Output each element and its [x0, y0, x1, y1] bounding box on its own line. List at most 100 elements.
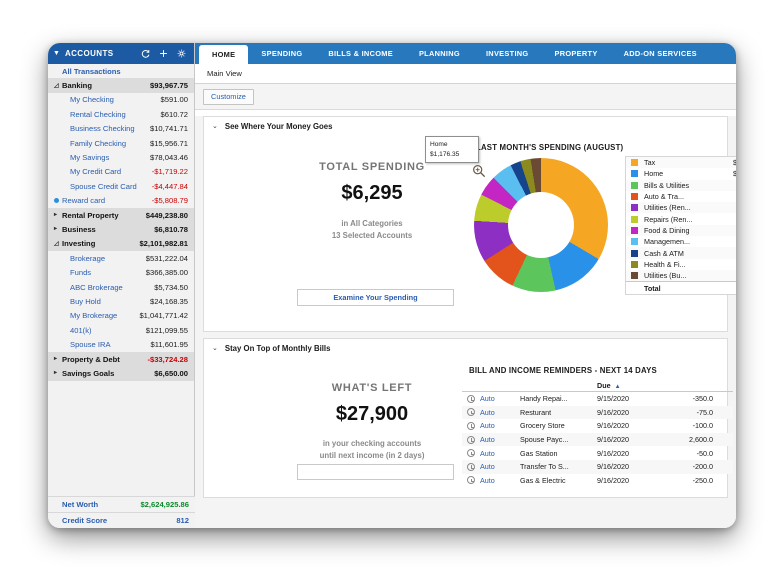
tab-add-on-services[interactable]: ADD-ON SERVICES — [611, 43, 710, 64]
tab-spending[interactable]: SPENDING — [248, 43, 315, 64]
tab-bills-income[interactable]: BILLS & INCOME — [315, 43, 406, 64]
legend-item[interactable]: Home $1 — [626, 168, 736, 179]
sidebar-account-business-checking[interactable]: Business Checking $10,741.71 — [48, 122, 194, 136]
sidebar-group-rental-property[interactable]: ▸ Rental Property $449,238.80 — [48, 207, 194, 223]
gear-icon[interactable] — [177, 49, 186, 58]
reminder-auto[interactable]: Auto — [480, 462, 520, 471]
table-row[interactable]: Auto Grocery Store 9/16/2020 -100.0 — [462, 419, 733, 433]
account-label: My Checking — [70, 95, 114, 105]
table-row[interactable]: Auto Transfer To S... 9/16/2020 -200.0 — [462, 459, 733, 474]
net-worth-label: Net Worth — [62, 500, 99, 509]
legend-item[interactable]: Health & Fi... — [626, 259, 736, 270]
clock-icon — [462, 435, 480, 444]
reminder-auto[interactable]: Auto — [480, 476, 520, 485]
column-due[interactable]: Due ▲ — [597, 381, 657, 390]
reminder-auto[interactable]: Auto — [480, 394, 520, 403]
reminder-auto[interactable]: Auto — [480, 408, 520, 417]
sidebar-account-brokerage[interactable]: Brokerage $531,222.04 — [48, 251, 194, 265]
reminder-auto[interactable]: Auto — [480, 435, 520, 444]
sidebar-account-spouse-ira[interactable]: Spouse IRA $11,601.95 — [48, 337, 194, 351]
add-icon[interactable] — [159, 49, 168, 58]
table-row[interactable]: Auto Handy Repai... 9/15/2020 -350.0 — [462, 392, 733, 406]
collapsed-triangle-icon[interactable]: ▸ — [54, 226, 62, 232]
tab-planning[interactable]: PLANNING — [406, 43, 473, 64]
table-row[interactable]: Auto Gas Station 9/16/2020 -50.0 — [462, 446, 733, 460]
sidebar-group-investing[interactable]: ◿ Investing $2,101,982.81 — [48, 236, 194, 252]
table-row[interactable]: Auto Gas & Electric 9/16/2020 -250.0 — [462, 474, 733, 488]
reminder-amount: -75.0 — [696, 407, 713, 417]
whats-left-block: WHAT'S LEFT $27,900 in your checking acc… — [272, 382, 472, 462]
legend-item[interactable]: Tax $2 — [626, 157, 736, 169]
expanded-triangle-icon[interactable]: ◿ — [54, 83, 62, 89]
sidebar-group-banking[interactable]: ◿ Banking $93,967.75 — [48, 78, 194, 93]
tab-main-view[interactable]: Main View — [207, 69, 242, 78]
sidebar-group-business[interactable]: ▸ Business $6,810.78 — [48, 222, 194, 237]
sidebar-item-all-transactions[interactable]: All Transactions — [48, 64, 194, 78]
sidebar-account-spouse-credit-card[interactable]: Spouse Credit Card -$4,447.84 — [48, 179, 194, 193]
reminder-amount: -100.0 — [692, 421, 713, 431]
sub-tabbar[interactable]: Main View — [195, 64, 736, 84]
account-label: Business Checking — [70, 124, 135, 134]
donut-ring[interactable] — [474, 158, 608, 292]
table-row[interactable]: Auto Resturant 9/16/2020 -75.0 — [462, 405, 733, 420]
legend-item[interactable]: Repairs (Ren... — [626, 213, 736, 224]
whats-left-action-box[interactable] — [297, 464, 454, 480]
reminder-due: 9/16/2020 — [597, 475, 629, 485]
spending-donut-chart[interactable] — [474, 158, 608, 292]
whats-left-sub1: in your checking accounts — [322, 439, 422, 448]
account-amount: -$5,808.79 — [151, 196, 188, 206]
tab-investing[interactable]: INVESTING — [473, 43, 542, 64]
chevron-down-icon[interactable]: ⌄ — [212, 344, 218, 352]
reminder-due: 9/16/2020 — [597, 421, 629, 431]
sidebar-account-abc-brokerage[interactable]: ABC Brokerage $5,734.50 — [48, 280, 194, 294]
collapse-caret-icon[interactable]: ▼ — [53, 50, 60, 57]
expanded-triangle-icon[interactable]: ◿ — [54, 241, 62, 247]
customize-button[interactable]: Customize — [203, 88, 254, 105]
legend-item[interactable]: Food & Dining — [626, 224, 736, 237]
credit-score-row[interactable]: Credit Score 812 — [48, 512, 195, 528]
sidebar-group-property-debt[interactable]: ▸ Property & Debt -$33,724.28 — [48, 351, 194, 367]
sidebar-account-rental-checking[interactable]: Rental Checking $610.72 — [48, 107, 194, 121]
legend-item[interactable]: Managemen... — [626, 236, 736, 247]
collapsed-triangle-icon[interactable]: ▸ — [54, 370, 62, 376]
legend-item[interactable]: Auto & Tra... — [626, 191, 736, 202]
sidebar-group-savings-goals[interactable]: ▸ Savings Goals $6,650.00 — [48, 366, 194, 381]
bills-panel-header[interactable]: ⌄ Stay On Top of Monthly Bills — [204, 339, 727, 357]
reminder-auto[interactable]: Auto — [480, 421, 520, 430]
legend-item[interactable]: Utilities (Ren... — [626, 202, 736, 214]
collapsed-triangle-icon[interactable]: ▸ — [54, 356, 62, 362]
primary-tabbar[interactable]: HOME SPENDING BILLS & INCOME PLANNING INVEST… — [195, 43, 736, 64]
table-row[interactable]: Auto Spouse Payc... 9/16/2020 2,600.0 — [462, 432, 733, 447]
legend-item[interactable]: Bills & Utilities — [626, 179, 736, 191]
legend-label: Bills & Utilities — [644, 180, 690, 190]
legend-total-row: Total$ — [626, 281, 736, 295]
spending-panel-header[interactable]: ⌄ See Where Your Money Goes — [204, 117, 727, 135]
reminder-auto[interactable]: Auto — [480, 449, 520, 458]
sidebar-account-my-checking[interactable]: My Checking $591.00 — [48, 93, 194, 107]
sidebar-account-401-k[interactable]: 401(k) $121,099.55 — [48, 323, 194, 337]
legend-item[interactable]: Cash & ATM — [626, 247, 736, 259]
reminders-table: Due ▲ Auto Handy Repai... 9/15/2020 -350.0 Au… — [462, 380, 733, 487]
account-amount: -$1,719.22 — [151, 167, 188, 177]
collapsed-triangle-icon[interactable]: ▸ — [54, 212, 62, 218]
sidebar-account-reward-card[interactable]: Reward card -$5,808.79 — [48, 194, 194, 208]
reminder-payee: Grocery Store — [520, 421, 565, 431]
chevron-down-icon[interactable]: ⌄ — [212, 122, 218, 130]
sidebar-account-buy-hold[interactable]: Buy Hold $24,168.35 — [48, 294, 194, 308]
tab-home[interactable]: HOME — [199, 45, 249, 64]
accounts-list[interactable]: All Transactions ◿ Banking $93,967.75 My Ch… — [48, 64, 194, 508]
bills-panel: ⌄ Stay On Top of Monthly Bills WHAT'S LE… — [203, 338, 733, 498]
sidebar-account-family-checking[interactable]: Family Checking $15,956.71 — [48, 136, 194, 150]
tab-property[interactable]: PROPERTY — [542, 43, 611, 64]
sidebar-account-funds[interactable]: Funds $366,385.00 — [48, 265, 194, 279]
group-label: Business — [62, 224, 96, 234]
net-worth-row[interactable]: Net Worth $2,624,925.86 — [48, 496, 195, 512]
sidebar-account-my-brokerage[interactable]: My Brokerage $1,041,771.42 — [48, 309, 194, 323]
account-label: 401(k) — [70, 325, 92, 335]
sidebar-account-my-credit-card[interactable]: My Credit Card -$1,719.22 — [48, 165, 194, 179]
examine-your-spending-button[interactable]: Examine Your Spending — [297, 289, 454, 306]
refresh-icon[interactable] — [141, 49, 150, 58]
legend-item[interactable]: Utilities (Bu... — [626, 269, 736, 282]
sidebar-account-my-savings[interactable]: My Savings $78,043.46 — [48, 150, 194, 164]
account-amount: -$4,447.84 — [151, 181, 188, 191]
